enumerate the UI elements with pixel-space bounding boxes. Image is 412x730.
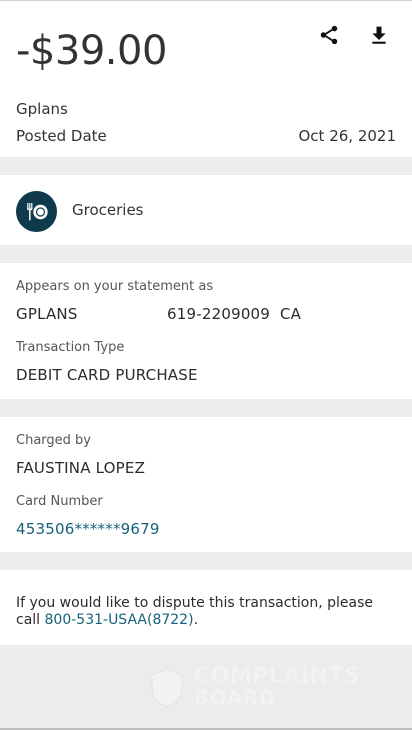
shield-icon <box>151 668 183 708</box>
category-label: Groceries <box>72 201 144 219</box>
download-button[interactable] <box>365 21 393 49</box>
charged-by-label: Charged by <box>16 433 91 448</box>
charged-details: Charged by FAUSTINA LOPEZ Card Number 45… <box>0 417 412 552</box>
dispute-period: . <box>193 612 199 628</box>
transaction-type-value: DEBIT CARD PURCHASE <box>16 366 198 384</box>
card-number-value[interactable]: 453506******9679 <box>16 520 160 538</box>
transaction-amount: -$39.00 <box>16 28 167 74</box>
dispute-section: If you would like to dispute this transa… <box>0 570 412 645</box>
charged-by-value: FAUSTINA LOPEZ <box>16 459 146 477</box>
merchant-name: Gplans <box>16 100 68 118</box>
restaurant-icon <box>16 191 57 232</box>
watermark-line-2: BOARD <box>194 686 276 710</box>
posted-date-label: Posted Date <box>16 127 107 145</box>
card-number-label: Card Number <box>16 494 103 509</box>
transaction-header: -$39.00 Gplans Posted Date Oct 26, 2021 <box>0 1 412 157</box>
share-icon <box>320 25 338 45</box>
dispute-text: If you would like to dispute this transa… <box>16 595 401 629</box>
statement-details: Appears on your statement as GPLANS 619-… <box>0 263 412 399</box>
download-icon <box>372 26 386 44</box>
watermark-logo: COMPLAINTS BOARD <box>150 662 370 714</box>
appears-label: Appears on your statement as <box>16 279 214 294</box>
dispute-phone-link[interactable]: 800-531-USAA(8722) <box>45 612 194 628</box>
share-button[interactable] <box>315 21 343 49</box>
category-row[interactable]: Groceries <box>0 175 412 245</box>
transaction-type-label: Transaction Type <box>16 340 125 355</box>
statement-name: GPLANS <box>16 305 78 323</box>
posted-date-value: Oct 26, 2021 <box>298 127 397 145</box>
statement-phone-state: 619-2209009 CA <box>167 305 302 323</box>
